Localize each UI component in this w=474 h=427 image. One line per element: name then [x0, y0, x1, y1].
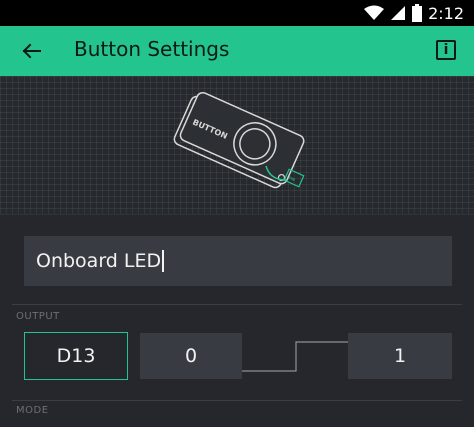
app-bar: Button Settings i — [0, 26, 474, 76]
low-value-input[interactable]: 0 — [140, 333, 242, 379]
battery-icon — [412, 4, 423, 22]
button-device-illustration: BUTTON PIN — [173, 91, 305, 189]
output-section-label: OUTPUT — [16, 311, 60, 322]
output-pin-button[interactable]: D13 — [24, 332, 128, 380]
text-cursor — [162, 250, 165, 272]
cellular-signal-icon — [391, 6, 406, 20]
back-arrow-icon — [22, 43, 41, 59]
widget-name-input[interactable]: Onboard LED — [24, 236, 452, 286]
signal-waveform-icon — [242, 341, 348, 372]
high-value-input[interactable]: 1 — [348, 333, 452, 379]
pin-label: PIN — [288, 175, 296, 182]
mode-divider — [12, 400, 462, 401]
output-divider — [12, 304, 462, 305]
status-time: 2:12 — [428, 3, 464, 23]
widget-illustration: BUTTON PIN — [0, 76, 474, 214]
info-button[interactable]: i — [436, 40, 456, 60]
wifi-icon — [364, 5, 385, 20]
back-button[interactable] — [18, 38, 46, 64]
status-bar: 2:12 — [0, 0, 474, 26]
mode-section-label: MODE — [16, 405, 49, 416]
divider — [0, 214, 474, 215]
page-title: Button Settings — [74, 37, 230, 61]
widget-name-value: Onboard LED — [36, 250, 162, 272]
